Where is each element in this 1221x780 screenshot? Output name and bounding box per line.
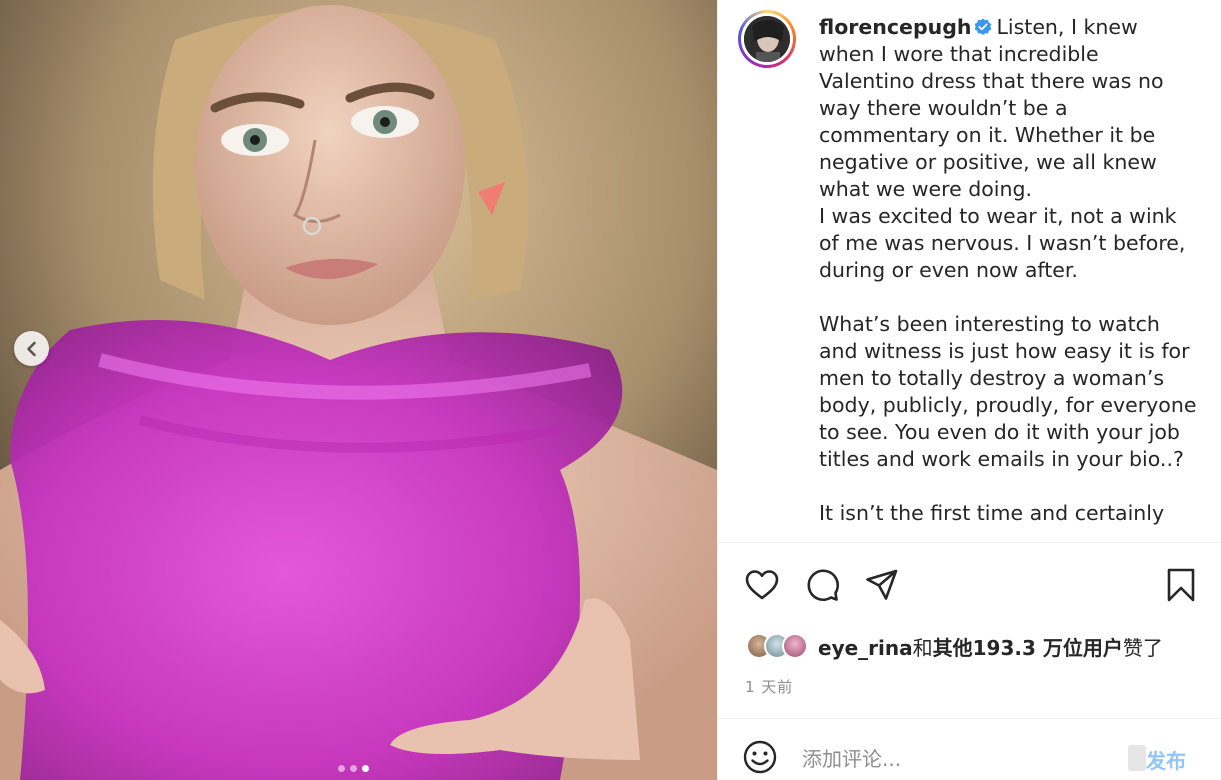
comment-bar: 发布 bbox=[718, 718, 1221, 780]
like-button[interactable] bbox=[742, 560, 782, 610]
caption-text: Listen, I knew when I wore that incredib… bbox=[819, 15, 1197, 525]
post-caption: florencepugh Listen, I knew when I wore t… bbox=[819, 14, 1199, 527]
emoji-button[interactable] bbox=[742, 739, 778, 775]
likes-count[interactable]: 其他193.3 万位用户 bbox=[933, 636, 1123, 660]
comment-button[interactable] bbox=[802, 560, 842, 610]
liker-avatars bbox=[746, 633, 808, 659]
paper-plane-icon bbox=[866, 569, 898, 600]
liker-avatar bbox=[782, 633, 808, 659]
post-side-panel: florencepugh Listen, I knew when I wore t… bbox=[717, 0, 1221, 780]
smiley-icon bbox=[743, 740, 777, 774]
likes-text: eye_rina和其他193.3 万位用户赞了 bbox=[818, 632, 1163, 661]
post-media[interactable] bbox=[0, 0, 717, 780]
author-username[interactable]: florencepugh bbox=[819, 15, 971, 39]
bookmark-icon bbox=[1167, 568, 1195, 602]
input-resize-handle bbox=[1128, 745, 1146, 771]
liker-username[interactable]: eye_rina bbox=[818, 636, 913, 660]
carousel-prev-button[interactable] bbox=[14, 331, 49, 366]
share-button[interactable] bbox=[862, 560, 902, 610]
author-avatar[interactable] bbox=[738, 10, 796, 68]
chevron-left-icon bbox=[26, 341, 36, 356]
comment-bubble-icon bbox=[807, 569, 839, 601]
post-photo bbox=[0, 0, 717, 780]
publish-button[interactable]: 发布 bbox=[1146, 745, 1186, 774]
avatar-photo bbox=[744, 16, 790, 62]
comment-input[interactable] bbox=[802, 743, 1122, 775]
save-button[interactable] bbox=[1161, 560, 1201, 610]
post-actions bbox=[718, 560, 1221, 610]
likes-joiner: 和 bbox=[912, 635, 933, 660]
carousel-dot bbox=[350, 765, 357, 772]
carousel-dot-active bbox=[362, 765, 369, 772]
likes-suffix: 赞了 bbox=[1122, 635, 1163, 660]
carousel-indicator bbox=[338, 765, 369, 772]
heart-icon bbox=[745, 570, 779, 600]
verified-badge-icon bbox=[975, 18, 992, 35]
likes-summary[interactable]: eye_rina和其他193.3 万位用户赞了 bbox=[746, 626, 1163, 666]
caption-scroll-area[interactable]: florencepugh Listen, I knew when I wore t… bbox=[718, 0, 1221, 543]
carousel-dot bbox=[338, 765, 345, 772]
post-timestamp[interactable]: 1 天前 bbox=[745, 676, 793, 697]
